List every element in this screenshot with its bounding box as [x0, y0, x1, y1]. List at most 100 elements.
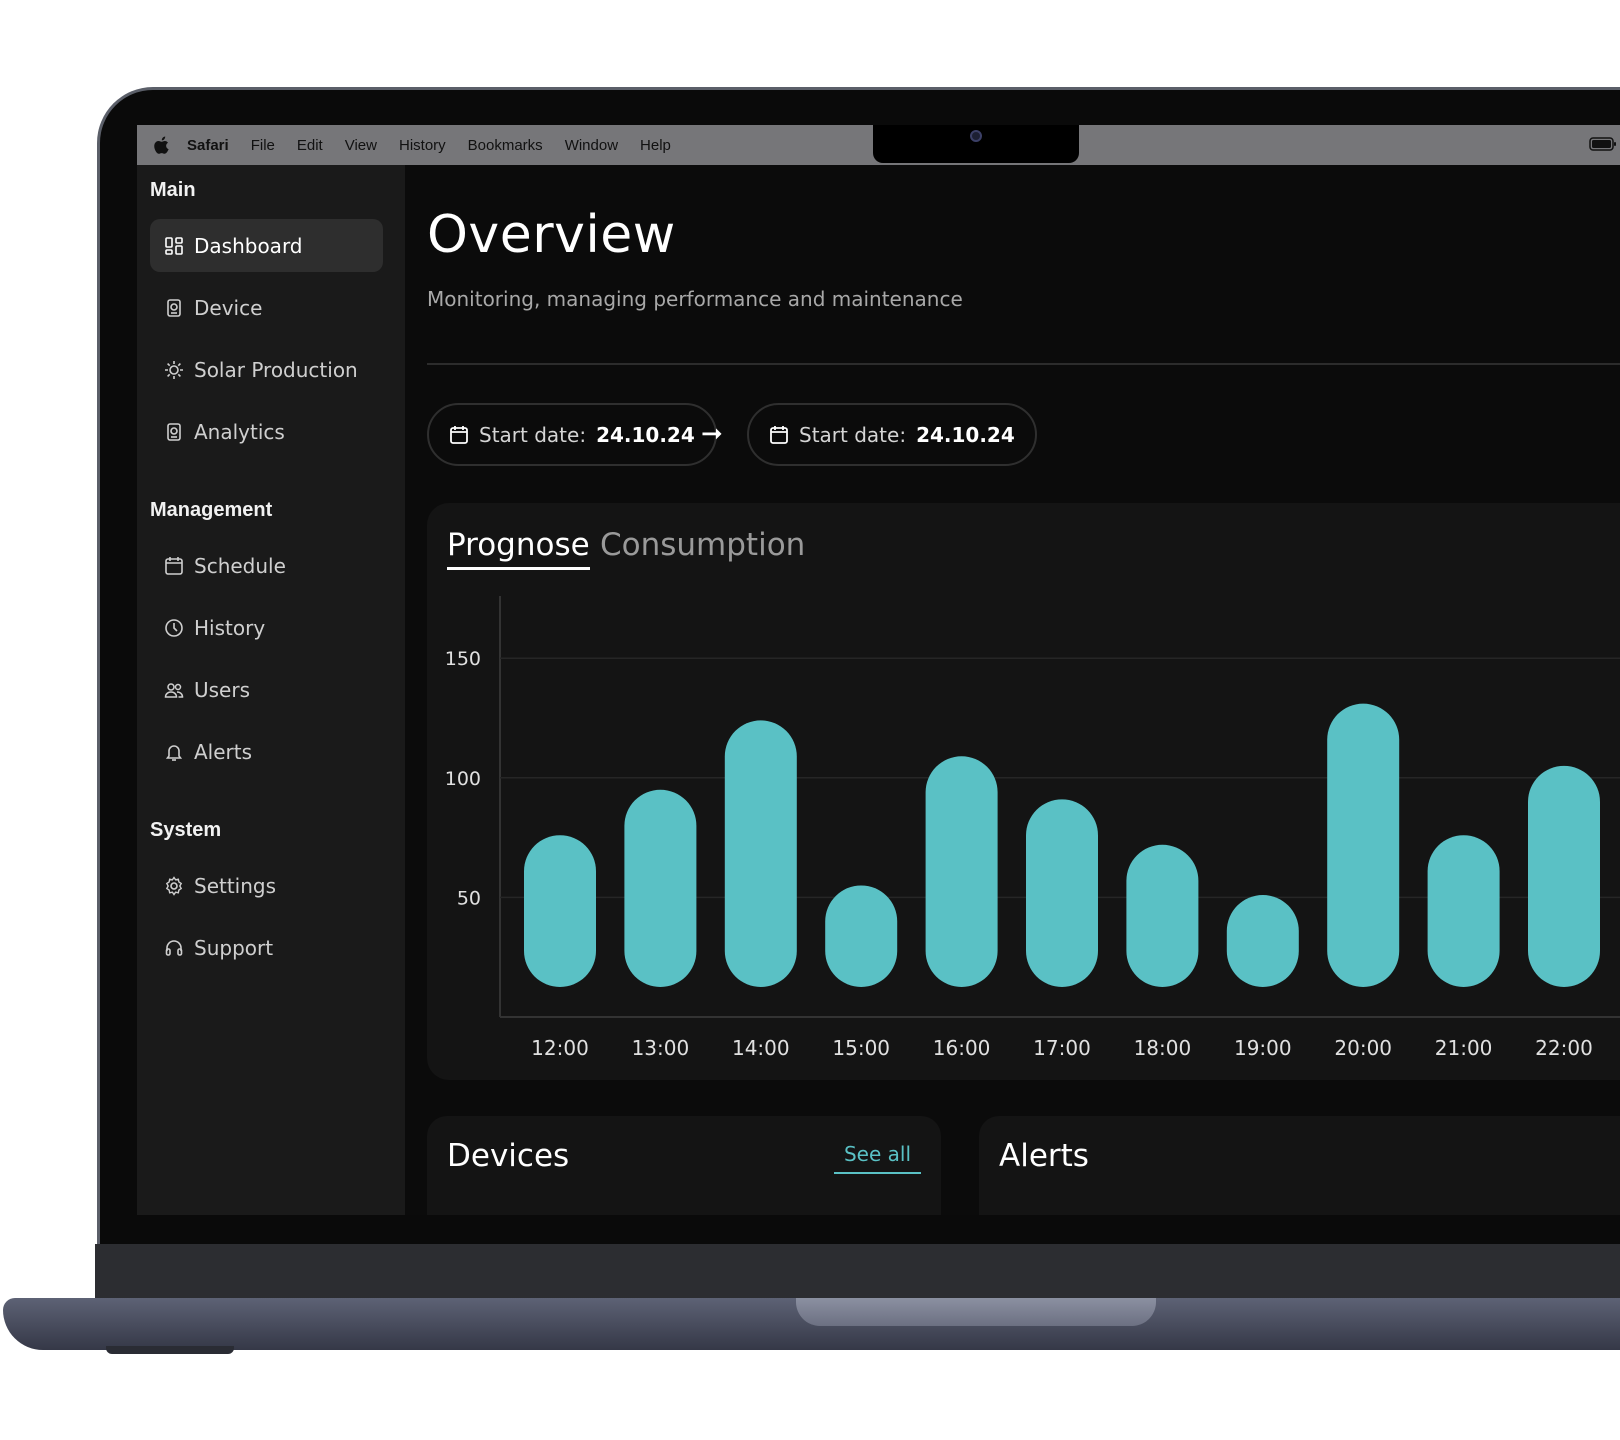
sidebar-item-dashboard[interactable]: Dashboard	[150, 219, 383, 272]
bell-icon	[164, 742, 184, 762]
menu-history[interactable]: History	[399, 137, 446, 154]
sun-icon	[164, 360, 184, 380]
camera-icon	[970, 130, 982, 142]
alerts-title: Alerts	[999, 1138, 1089, 1174]
bar	[1528, 765, 1600, 987]
users-icon	[164, 680, 184, 700]
x-tick-label: 22:00	[1535, 1036, 1593, 1060]
bar-chart: 50 100 150 12:00 13:00 14:00 15:00 16:00 17:00 18…	[445, 596, 1620, 1060]
x-tick-label: 20:00	[1334, 1036, 1392, 1060]
x-tick-label: 16:00	[933, 1036, 991, 1060]
calendar-icon	[770, 425, 788, 444]
sidebar-item-label: Dashboard	[194, 233, 303, 258]
y-tick-label: 100	[445, 768, 481, 790]
sidebar-item-label: Alerts	[194, 739, 253, 764]
sidebar-item-settings[interactable]: Settings	[150, 859, 383, 912]
headset-icon	[164, 938, 184, 958]
menu-window[interactable]: Window	[565, 137, 618, 154]
sidebar-section-main: Main	[150, 179, 196, 201]
menu-help[interactable]: Help	[640, 137, 671, 154]
chart-card: 50 100 150 12:00 13:00 14:00 15:00 16:00 17:00 18…	[427, 503, 1620, 1080]
devices-panel: Devices See all	[427, 1116, 941, 1215]
x-tick-label: 18:00	[1134, 1036, 1192, 1060]
bar	[1327, 703, 1400, 987]
apple-icon[interactable]	[154, 136, 170, 154]
x-tick-label: 19:00	[1234, 1036, 1292, 1060]
see-all-link[interactable]: See all	[833, 1142, 921, 1174]
bar	[724, 720, 797, 987]
end-date-picker[interactable]: Start date: 24.10.24	[747, 403, 1037, 466]
sidebar-item-alerts[interactable]: Alerts	[150, 725, 383, 778]
screen: Safari File Edit View History Bookmarks …	[137, 125, 1620, 1215]
arrow-right-icon: ➞	[701, 419, 723, 449]
gear-icon	[164, 875, 184, 896]
tab-prognose[interactable]: Prognose	[447, 527, 590, 570]
sidebar-item-label: Analytics	[194, 419, 285, 444]
bar	[1126, 844, 1199, 987]
bar	[1427, 835, 1500, 987]
tab-consumption[interactable]: Consumption	[600, 527, 805, 567]
devices-title: Devices	[447, 1138, 570, 1174]
y-tick-label: 50	[457, 887, 481, 909]
sidebar-section-system: System	[150, 819, 222, 841]
sidebar-section-management: Management	[150, 499, 273, 521]
menu-app-name[interactable]: Safari	[187, 137, 229, 154]
menu-file[interactable]: File	[251, 137, 275, 154]
sidebar-item-schedule[interactable]: Schedule	[150, 539, 383, 592]
bar	[925, 756, 998, 987]
bar	[1026, 799, 1098, 987]
y-tick-label: 150	[445, 648, 481, 670]
sidebar-item-label: Users	[194, 677, 251, 702]
camera-notch	[873, 125, 1079, 163]
bar	[1226, 895, 1299, 987]
dashboard-icon	[164, 236, 184, 256]
sidebar-item-history[interactable]: History	[150, 601, 383, 654]
menu-bar: Safari File Edit View History Bookmarks …	[137, 125, 1620, 165]
bar	[825, 885, 898, 987]
laptop-hinge	[95, 1244, 1620, 1302]
sidebar-item-label: Schedule	[194, 553, 286, 578]
calendar-icon	[450, 425, 468, 444]
x-tick-label: 12:00	[531, 1036, 589, 1060]
alerts-panel: Alerts	[979, 1116, 1620, 1215]
laptop-foot	[106, 1346, 234, 1354]
x-tick-label: 21:00	[1435, 1036, 1493, 1060]
bar	[524, 835, 596, 987]
page-subtitle: Monitoring, managing performance and mai…	[427, 287, 963, 311]
x-tick-label: 13:00	[632, 1036, 690, 1060]
laptop-mockup: Safari File Edit View History Bookmarks …	[0, 0, 1620, 1440]
sidebar: Main Dashboard Device Solar Production A…	[137, 165, 405, 1215]
sidebar-item-label: Support	[194, 935, 274, 960]
status-icons	[1567, 125, 1620, 165]
laptop-opening-notch	[796, 1298, 1156, 1326]
sidebar-item-support[interactable]: Support	[150, 921, 383, 974]
device-icon	[164, 298, 184, 318]
date-label: Start date:	[479, 422, 587, 447]
date-label: Start date:	[799, 422, 907, 447]
x-tick-label: 15:00	[832, 1036, 890, 1060]
clock-icon	[164, 618, 184, 638]
sidebar-item-label: Solar Production	[194, 357, 358, 382]
start-date-picker[interactable]: Start date: 24.10.24	[427, 403, 717, 466]
x-tick-label: 14:00	[732, 1036, 790, 1060]
sidebar-item-analytics[interactable]: Analytics	[150, 405, 383, 458]
date-value: 24.10.24	[916, 422, 1015, 447]
menu-bookmarks[interactable]: Bookmarks	[468, 137, 543, 154]
battery-icon[interactable]	[1589, 136, 1617, 155]
date-value: 24.10.24	[596, 422, 695, 447]
menu-view[interactable]: View	[345, 137, 377, 154]
sidebar-item-solar-production[interactable]: Solar Production	[150, 343, 383, 396]
bar	[624, 789, 697, 987]
sidebar-item-device[interactable]: Device	[150, 281, 383, 334]
page-title: Overview	[427, 205, 676, 265]
sidebar-item-label: History	[194, 615, 266, 640]
calendar-icon	[164, 556, 184, 576]
menu-edit[interactable]: Edit	[297, 137, 323, 154]
x-tick-label: 17:00	[1033, 1036, 1091, 1060]
sidebar-item-label: Settings	[194, 873, 277, 898]
main-content: Overview Monitoring, managing performanc…	[405, 165, 1620, 1215]
analytics-icon	[164, 422, 184, 442]
divider	[427, 363, 1620, 365]
sidebar-item-label: Device	[194, 295, 263, 320]
sidebar-item-users[interactable]: Users	[150, 663, 383, 716]
